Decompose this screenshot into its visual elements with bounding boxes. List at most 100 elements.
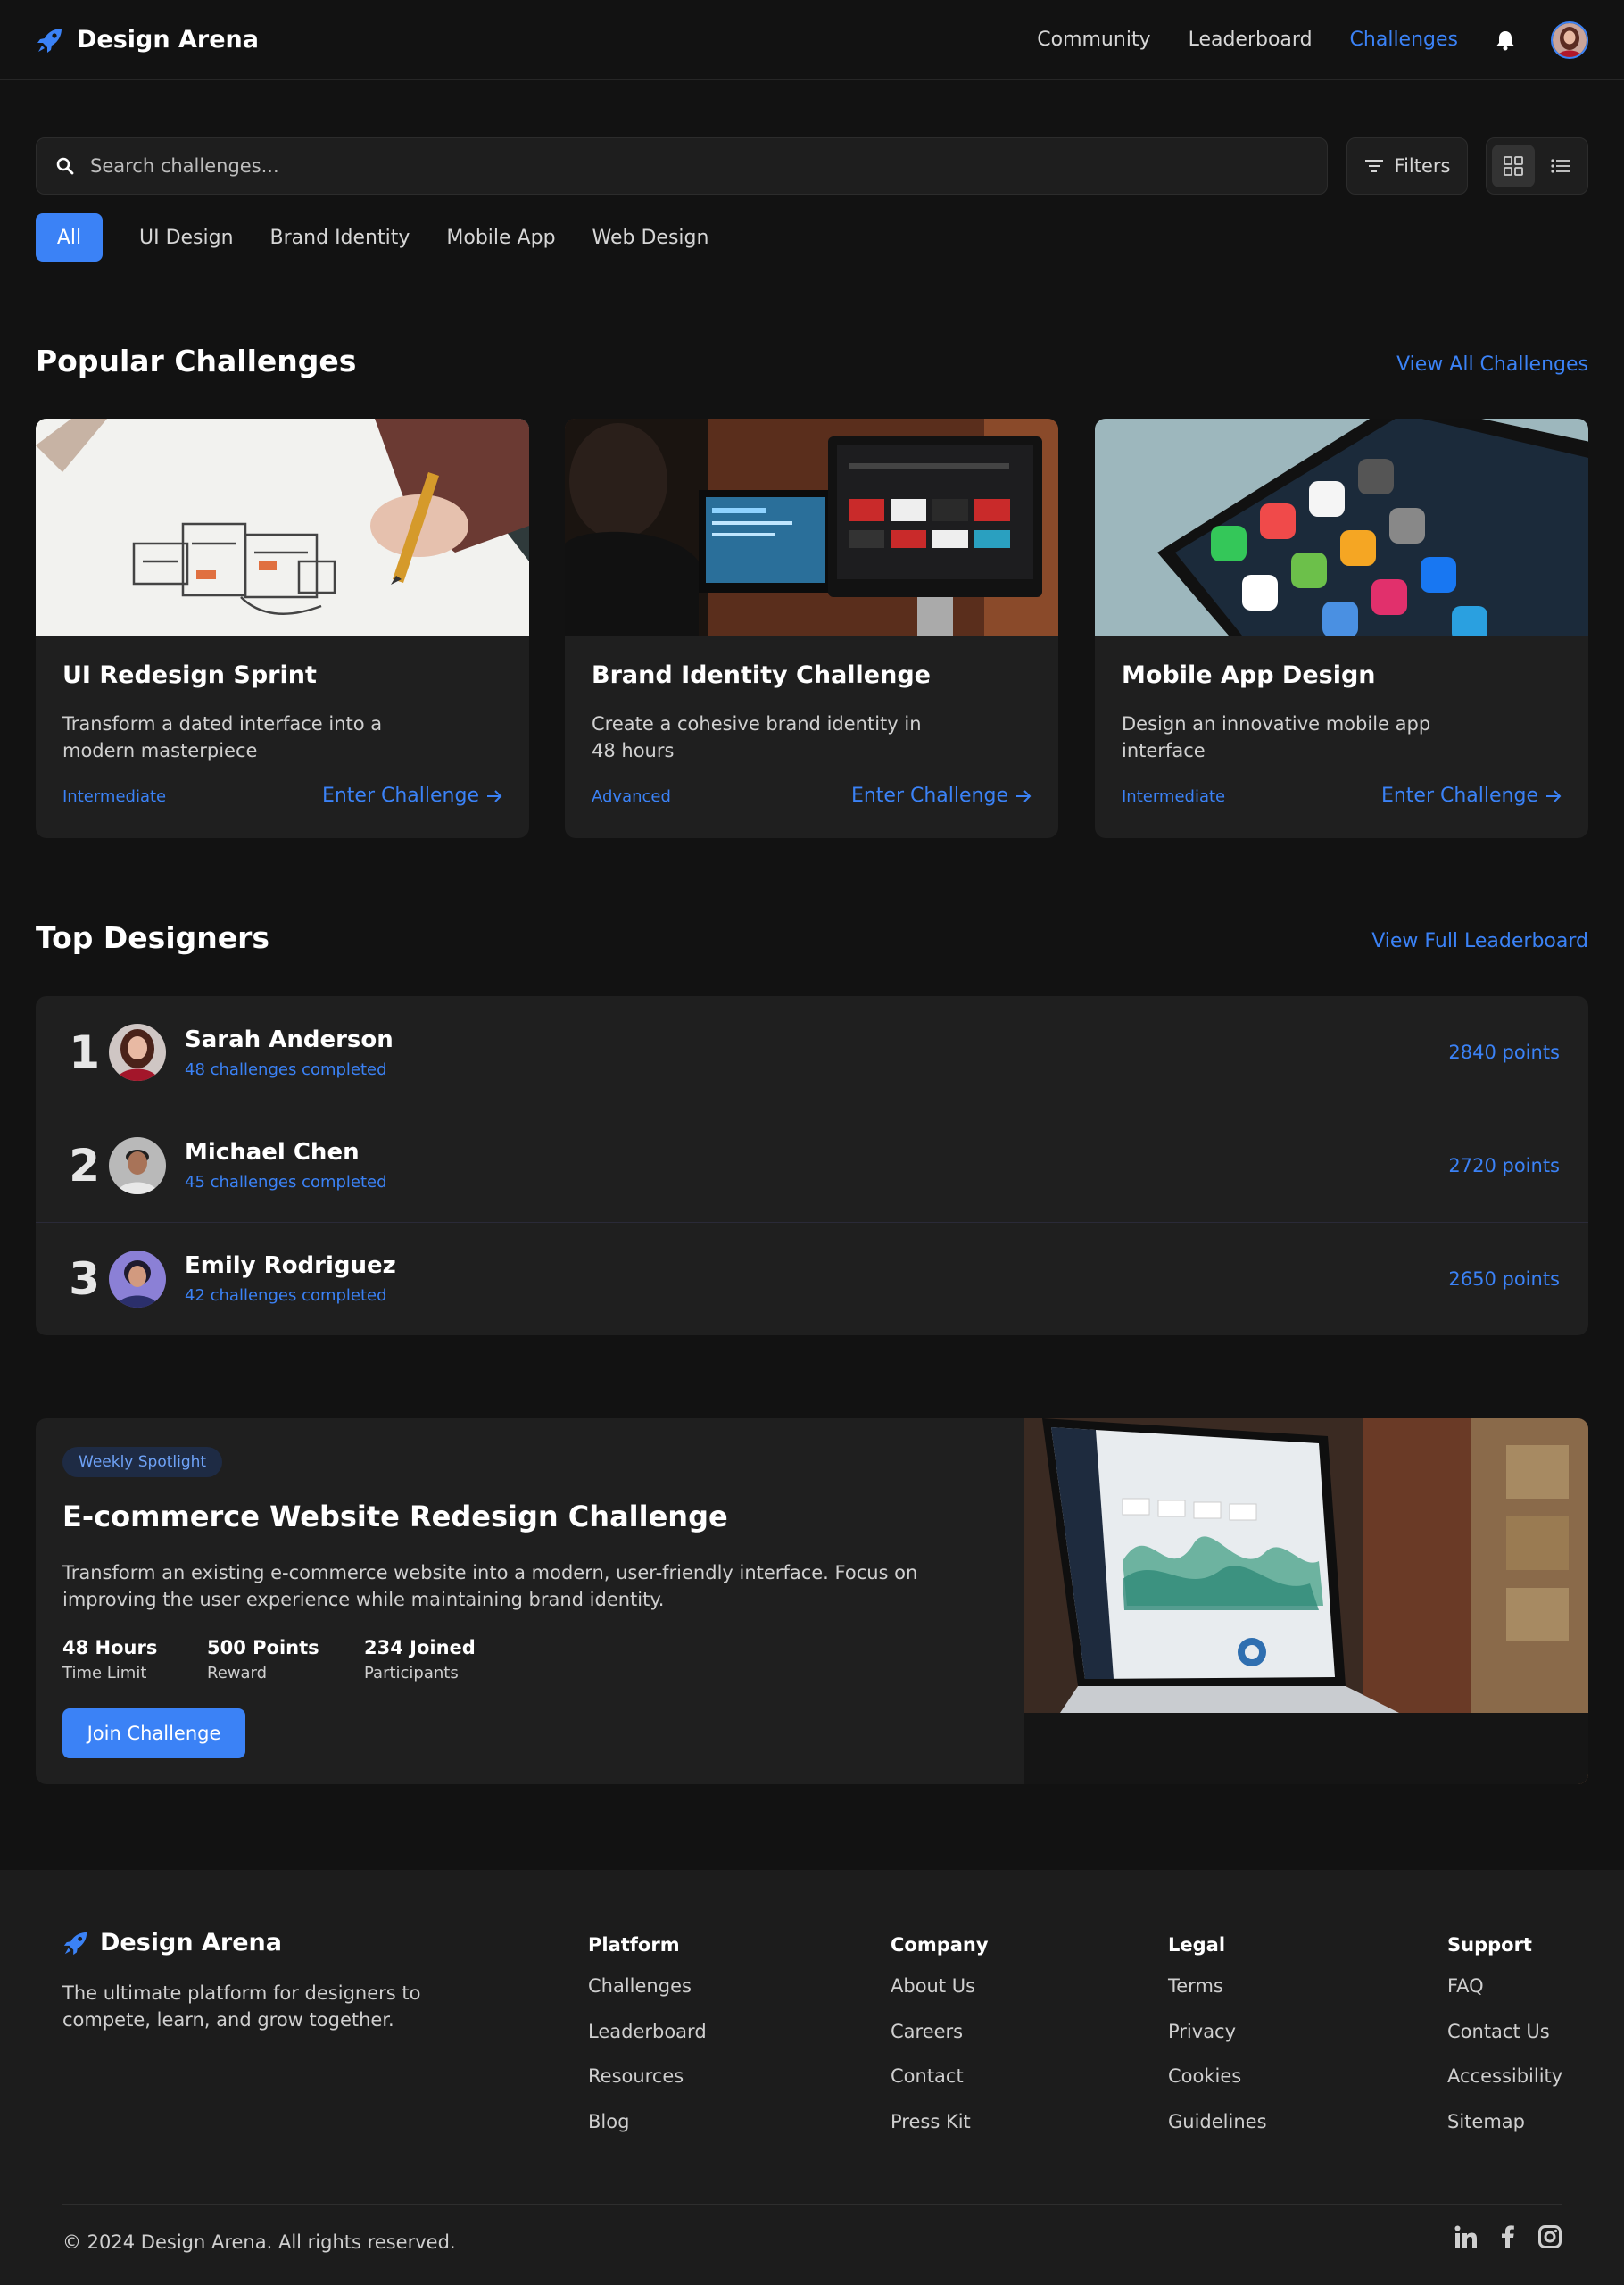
footer-heading: Platform — [588, 1934, 680, 1956]
challenge-card-ui-redesign[interactable]: UI Redesign Sprint Transform a dated int… — [36, 419, 529, 838]
bell-icon[interactable] — [1496, 29, 1515, 51]
footer-brand[interactable]: Design Arena — [62, 1929, 282, 1957]
footer-link[interactable]: Guidelines — [1168, 2111, 1267, 2156]
enter-challenge-label: Enter Challenge — [321, 785, 479, 807]
spotlight-description: Transform an existing e-commerce website… — [62, 1562, 918, 1610]
view-toggle — [1486, 137, 1588, 195]
designer-name: Michael Chen — [185, 1139, 360, 1166]
footer-link[interactable]: Accessibility — [1447, 2065, 1562, 2111]
footer-heading: Legal — [1168, 1934, 1226, 1956]
linkedin-icon[interactable] — [1454, 2225, 1478, 2248]
tab-mobile-app[interactable]: Mobile App — [446, 227, 555, 249]
join-challenge-button[interactable]: Join Challenge — [62, 1708, 245, 1758]
avatar — [109, 1250, 166, 1308]
card-level: Intermediate — [1122, 787, 1226, 806]
footer-link[interactable]: Press Kit — [891, 2111, 989, 2156]
footer-link[interactable]: Terms — [1168, 1975, 1267, 2021]
nav-link-leaderboard[interactable]: Leaderboard — [1189, 29, 1313, 51]
card-description: Create a cohesive brand identity in 48 h… — [592, 713, 922, 761]
social-links — [1454, 2225, 1562, 2248]
designer-info: Emily Rodriguez 42 challenges completed — [185, 1252, 396, 1305]
footer-link[interactable]: Sitemap — [1447, 2111, 1562, 2156]
arrow-right-icon — [486, 789, 502, 803]
footer-link[interactable]: Leaderboard — [588, 2021, 707, 2066]
footer-divider — [62, 2204, 1562, 2205]
avatar[interactable] — [1551, 21, 1588, 59]
footer: Design Arena The ultimate platform for d… — [0, 1870, 1624, 2285]
footer-heading: Support — [1447, 1934, 1532, 1956]
filters-button[interactable]: Filters — [1346, 137, 1468, 195]
spotlight-badge: Weekly Spotlight — [62, 1447, 223, 1477]
footer-link[interactable]: Challenges — [588, 1975, 707, 2021]
tab-all[interactable]: All — [36, 213, 103, 262]
enter-challenge-label: Enter Challenge — [1380, 785, 1538, 807]
top-designers-title: Top Designers — [36, 920, 270, 955]
nav-link-community[interactable]: Community — [1037, 29, 1150, 51]
tab-web-design[interactable]: Web Design — [592, 227, 709, 249]
rocket-icon — [62, 1930, 89, 1957]
footer-link[interactable]: Careers — [891, 2021, 989, 2066]
tab-ui-design[interactable]: UI Design — [139, 227, 234, 249]
facebook-icon[interactable] — [1501, 2225, 1515, 2248]
points: 2650 points — [1448, 1267, 1560, 1290]
weekly-spotlight: Weekly Spotlight E-commerce Website Rede… — [36, 1418, 1588, 1784]
enter-challenge-button[interactable]: Enter Challenge — [851, 785, 1032, 807]
filter-icon — [1364, 159, 1384, 173]
card-description: Design an innovative mobile app interfac… — [1122, 713, 1431, 761]
footer-link[interactable]: Resources — [588, 2065, 707, 2111]
footer-link[interactable]: Contact Us — [1447, 2021, 1562, 2066]
footer-link[interactable]: About Us — [891, 1975, 989, 2021]
challenge-card-brand-identity[interactable]: Brand Identity Challenge Create a cohesi… — [565, 419, 1058, 838]
tab-brand-identity[interactable]: Brand Identity — [270, 227, 410, 249]
instagram-icon[interactable] — [1538, 2225, 1562, 2248]
designer-name: Sarah Anderson — [185, 1026, 394, 1053]
footer-column-platform: Platform Challenges Leaderboard Resource… — [588, 1934, 707, 2156]
leaderboard-row[interactable]: 2 Michael Chen 45 challenges completed 2… — [36, 1109, 1588, 1221]
top-nav: Design Arena Community Leaderboard Chall… — [0, 0, 1624, 80]
stat-value: 48 Hours — [62, 1637, 158, 1658]
stat-reward: 500 Points Reward — [207, 1637, 319, 1683]
footer-link[interactable]: Privacy — [1168, 2021, 1267, 2066]
challenge-card-mobile-app[interactable]: Mobile App Design Design an innovative m… — [1095, 419, 1588, 838]
category-tabs: All UI Design Brand Identity Mobile App … — [36, 213, 745, 262]
grid-view-button[interactable] — [1492, 145, 1535, 187]
footer-link[interactable]: Blog — [588, 2111, 707, 2156]
grid-icon — [1503, 156, 1523, 176]
challenges-completed: 45 challenges completed — [185, 1173, 387, 1192]
card-title: Brand Identity Challenge — [592, 661, 931, 689]
points: 2840 points — [1448, 1042, 1560, 1063]
popular-challenges-title: Popular Challenges — [36, 344, 357, 378]
card-image-sketch — [36, 419, 529, 636]
points: 2720 points — [1448, 1154, 1560, 1176]
nav-link-challenges[interactable]: Challenges — [1350, 29, 1458, 51]
nav-links: Community Leaderboard Challenges — [999, 21, 1588, 59]
designer-name: Emily Rodriguez — [185, 1252, 396, 1279]
footer-heading: Company — [891, 1934, 989, 1956]
leaderboard-row[interactable]: 1 Sarah Anderson 48 challenges completed… — [36, 996, 1588, 1109]
footer-link[interactable]: Contact — [891, 2065, 989, 2111]
card-level: Advanced — [592, 787, 671, 806]
card-image-phone — [1095, 419, 1588, 636]
brand[interactable]: Design Arena — [36, 26, 259, 54]
rank: 1 — [69, 1026, 100, 1078]
stat-time-limit: 48 Hours Time Limit — [62, 1637, 157, 1683]
stat-value: 234 Joined — [364, 1637, 476, 1658]
arrow-right-icon — [1545, 789, 1562, 803]
view-full-leaderboard-link[interactable]: View Full Leaderboard — [1371, 930, 1588, 952]
leaderboard-row[interactable]: 3 Emily Rodriguez 42 challenges complete… — [36, 1222, 1588, 1334]
footer-link[interactable]: Cookies — [1168, 2065, 1267, 2111]
enter-challenge-button[interactable]: Enter Challenge — [322, 785, 502, 807]
search-bar[interactable]: Search challenges... — [36, 137, 1328, 195]
footer-column-company: Company About Us Careers Contact Press K… — [891, 1934, 989, 2156]
card-description: Transform a dated interface into a moder… — [62, 713, 383, 761]
filters-label: Filters — [1394, 155, 1451, 177]
designer-info: Michael Chen 45 challenges completed — [185, 1139, 387, 1192]
footer-link[interactable]: FAQ — [1447, 1975, 1562, 2021]
view-all-challenges-link[interactable]: View All Challenges — [1396, 353, 1588, 376]
footer-column-support: Support FAQ Contact Us Accessibility Sit… — [1447, 1934, 1562, 2156]
stat-label: Participants — [364, 1664, 459, 1683]
list-view-button[interactable] — [1540, 145, 1583, 187]
enter-challenge-button[interactable]: Enter Challenge — [1381, 785, 1562, 807]
search-input[interactable]: Search challenges... — [90, 155, 279, 177]
avatar — [109, 1136, 166, 1194]
